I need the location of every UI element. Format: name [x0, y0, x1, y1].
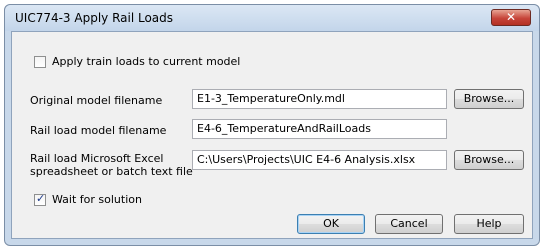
- rail-load-model-label: Rail load model filename: [30, 124, 167, 137]
- original-model-field[interactable]: E1-3_TemperatureOnly.mdl: [192, 89, 447, 109]
- close-icon: ✕: [505, 10, 517, 24]
- excel-file-field[interactable]: C:\Users\Projects\UIC E4-6 Analysis.xlsx: [192, 150, 447, 170]
- apply-loads-label: Apply train loads to current model: [52, 55, 241, 68]
- dialog-title: UIC774-3 Apply Rail Loads: [15, 11, 174, 25]
- rail-load-model-field[interactable]: E4-6_TemperatureAndRailLoads: [192, 119, 447, 139]
- cancel-button[interactable]: Cancel: [375, 214, 443, 234]
- wait-for-solution-checkbox[interactable]: [34, 192, 46, 206]
- dialog-body: Apply train loads to current model Origi…: [11, 31, 533, 239]
- ok-button[interactable]: OK: [297, 214, 365, 234]
- wait-for-solution-label: Wait for solution: [52, 193, 142, 206]
- help-button[interactable]: Help: [454, 214, 524, 234]
- browse-excel-button[interactable]: Browse...: [454, 150, 524, 170]
- close-button[interactable]: ✕: [491, 9, 531, 26]
- browse-original-button[interactable]: Browse...: [454, 89, 524, 109]
- excel-file-label-line2: spreadsheet or batch text file: [30, 165, 193, 178]
- excel-file-label-line1: Rail load Microsoft Excel: [30, 152, 164, 165]
- original-model-label: Original model filename: [30, 94, 163, 107]
- dialog-window: UIC774-3 Apply Rail Loads ✕ Apply train …: [4, 4, 540, 246]
- title-bar[interactable]: UIC774-3 Apply Rail Loads ✕: [5, 5, 539, 31]
- apply-loads-checkbox[interactable]: [34, 56, 46, 68]
